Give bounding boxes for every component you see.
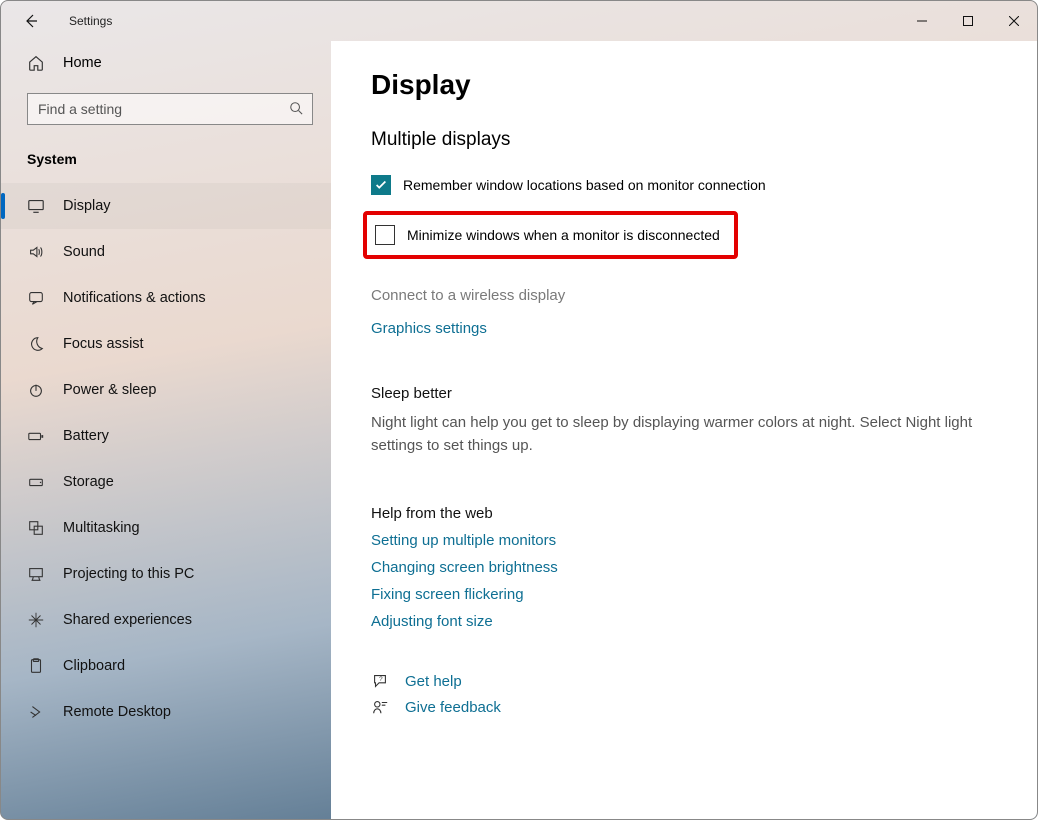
sleep-better-description: Night light can help you get to sleep by… xyxy=(371,412,997,457)
give-feedback-row[interactable]: Give feedback xyxy=(371,698,997,716)
sidebar-item-label: Notifications & actions xyxy=(63,290,206,306)
sidebar-item-label: Remote Desktop xyxy=(63,704,171,720)
remote-desktop-icon xyxy=(27,703,45,721)
wireless-display-text: Connect to a wireless display xyxy=(371,287,997,304)
maximize-button[interactable] xyxy=(945,5,991,37)
content-area: Display Multiple displays Remember windo… xyxy=(331,41,1037,819)
sidebar-item-label: Shared experiences xyxy=(63,612,192,628)
sidebar-item-display[interactable]: Display xyxy=(1,183,331,229)
sidebar-item-power[interactable]: Power & sleep xyxy=(1,367,331,413)
help-link-monitors[interactable]: Setting up multiple monitors xyxy=(371,532,997,549)
notifications-icon xyxy=(27,289,45,307)
search-container xyxy=(1,85,331,133)
titlebar: Settings xyxy=(1,1,1037,41)
sidebar-item-label: Clipboard xyxy=(63,658,125,674)
window-controls xyxy=(899,5,1037,37)
nav-list: Display Sound Notifications & actions Fo… xyxy=(1,177,331,735)
sidebar-item-label: Sound xyxy=(63,244,105,260)
get-help-row[interactable]: ? Get help xyxy=(371,672,997,690)
sidebar-item-label: Power & sleep xyxy=(63,382,157,398)
minimize-button[interactable] xyxy=(899,5,945,37)
sidebar-item-shared[interactable]: Shared experiences xyxy=(1,597,331,643)
projecting-icon xyxy=(27,565,45,583)
checkbox-label: Remember window locations based on monit… xyxy=(403,177,766,193)
sidebar-item-battery[interactable]: Battery xyxy=(1,413,331,459)
svg-text:?: ? xyxy=(379,676,383,683)
sidebar-item-label: Focus assist xyxy=(63,336,144,352)
checkbox-label: Minimize windows when a monitor is disco… xyxy=(407,227,720,243)
close-button[interactable] xyxy=(991,5,1037,37)
sound-icon xyxy=(27,243,45,261)
sidebar-item-multitasking[interactable]: Multitasking xyxy=(1,505,331,551)
checkbox-minimize-windows[interactable]: Minimize windows when a monitor is disco… xyxy=(371,225,720,245)
power-icon xyxy=(27,381,45,399)
help-chat-icon: ? xyxy=(371,672,389,690)
moon-icon xyxy=(27,335,45,353)
back-arrow-icon xyxy=(23,13,39,29)
sidebar-item-label: Multitasking xyxy=(63,520,140,536)
sidebar-item-focus-assist[interactable]: Focus assist xyxy=(1,321,331,367)
home-icon xyxy=(27,54,45,72)
help-link-brightness[interactable]: Changing screen brightness xyxy=(371,559,997,576)
graphics-settings-link[interactable]: Graphics settings xyxy=(371,320,997,337)
give-feedback-link[interactable]: Give feedback xyxy=(405,699,501,716)
sidebar-item-notifications[interactable]: Notifications & actions xyxy=(1,275,331,321)
multitasking-icon xyxy=(27,519,45,537)
sidebar-item-projecting[interactable]: Projecting to this PC xyxy=(1,551,331,597)
checkbox-icon xyxy=(371,175,391,195)
sidebar-item-label: Display xyxy=(63,198,111,214)
section-title: Multiple displays xyxy=(371,129,997,151)
sidebar-item-label: Storage xyxy=(63,474,114,490)
sidebar: Home System Display Sound xyxy=(1,41,331,819)
display-icon xyxy=(27,197,45,215)
checkbox-icon xyxy=(375,225,395,245)
sidebar-item-remote[interactable]: Remote Desktop xyxy=(1,689,331,735)
home-label: Home xyxy=(63,55,102,71)
clipboard-icon xyxy=(27,657,45,675)
shared-experiences-icon xyxy=(27,611,45,629)
sleep-better-header: Sleep better xyxy=(371,385,997,402)
section-header: System xyxy=(1,133,331,177)
sidebar-item-label: Projecting to this PC xyxy=(63,566,194,582)
search-input[interactable] xyxy=(27,93,313,125)
checkbox-remember-windows[interactable]: Remember window locations based on monit… xyxy=(371,169,997,201)
storage-icon xyxy=(27,473,45,491)
home-button[interactable]: Home xyxy=(1,41,331,85)
sidebar-item-storage[interactable]: Storage xyxy=(1,459,331,505)
sidebar-item-sound[interactable]: Sound xyxy=(1,229,331,275)
feedback-icon xyxy=(371,698,389,716)
get-help-link[interactable]: Get help xyxy=(405,673,462,690)
page-title: Display xyxy=(371,69,997,101)
help-link-flickering[interactable]: Fixing screen flickering xyxy=(371,586,997,603)
help-header: Help from the web xyxy=(371,505,997,522)
help-link-fontsize[interactable]: Adjusting font size xyxy=(371,613,997,630)
sidebar-item-label: Battery xyxy=(63,428,109,444)
window-title: Settings xyxy=(69,14,112,28)
back-button[interactable] xyxy=(13,3,49,39)
battery-icon xyxy=(27,427,45,445)
settings-window: Settings Home System xyxy=(0,0,1038,820)
highlighted-setting: Minimize windows when a monitor is disco… xyxy=(363,211,738,259)
sidebar-item-clipboard[interactable]: Clipboard xyxy=(1,643,331,689)
